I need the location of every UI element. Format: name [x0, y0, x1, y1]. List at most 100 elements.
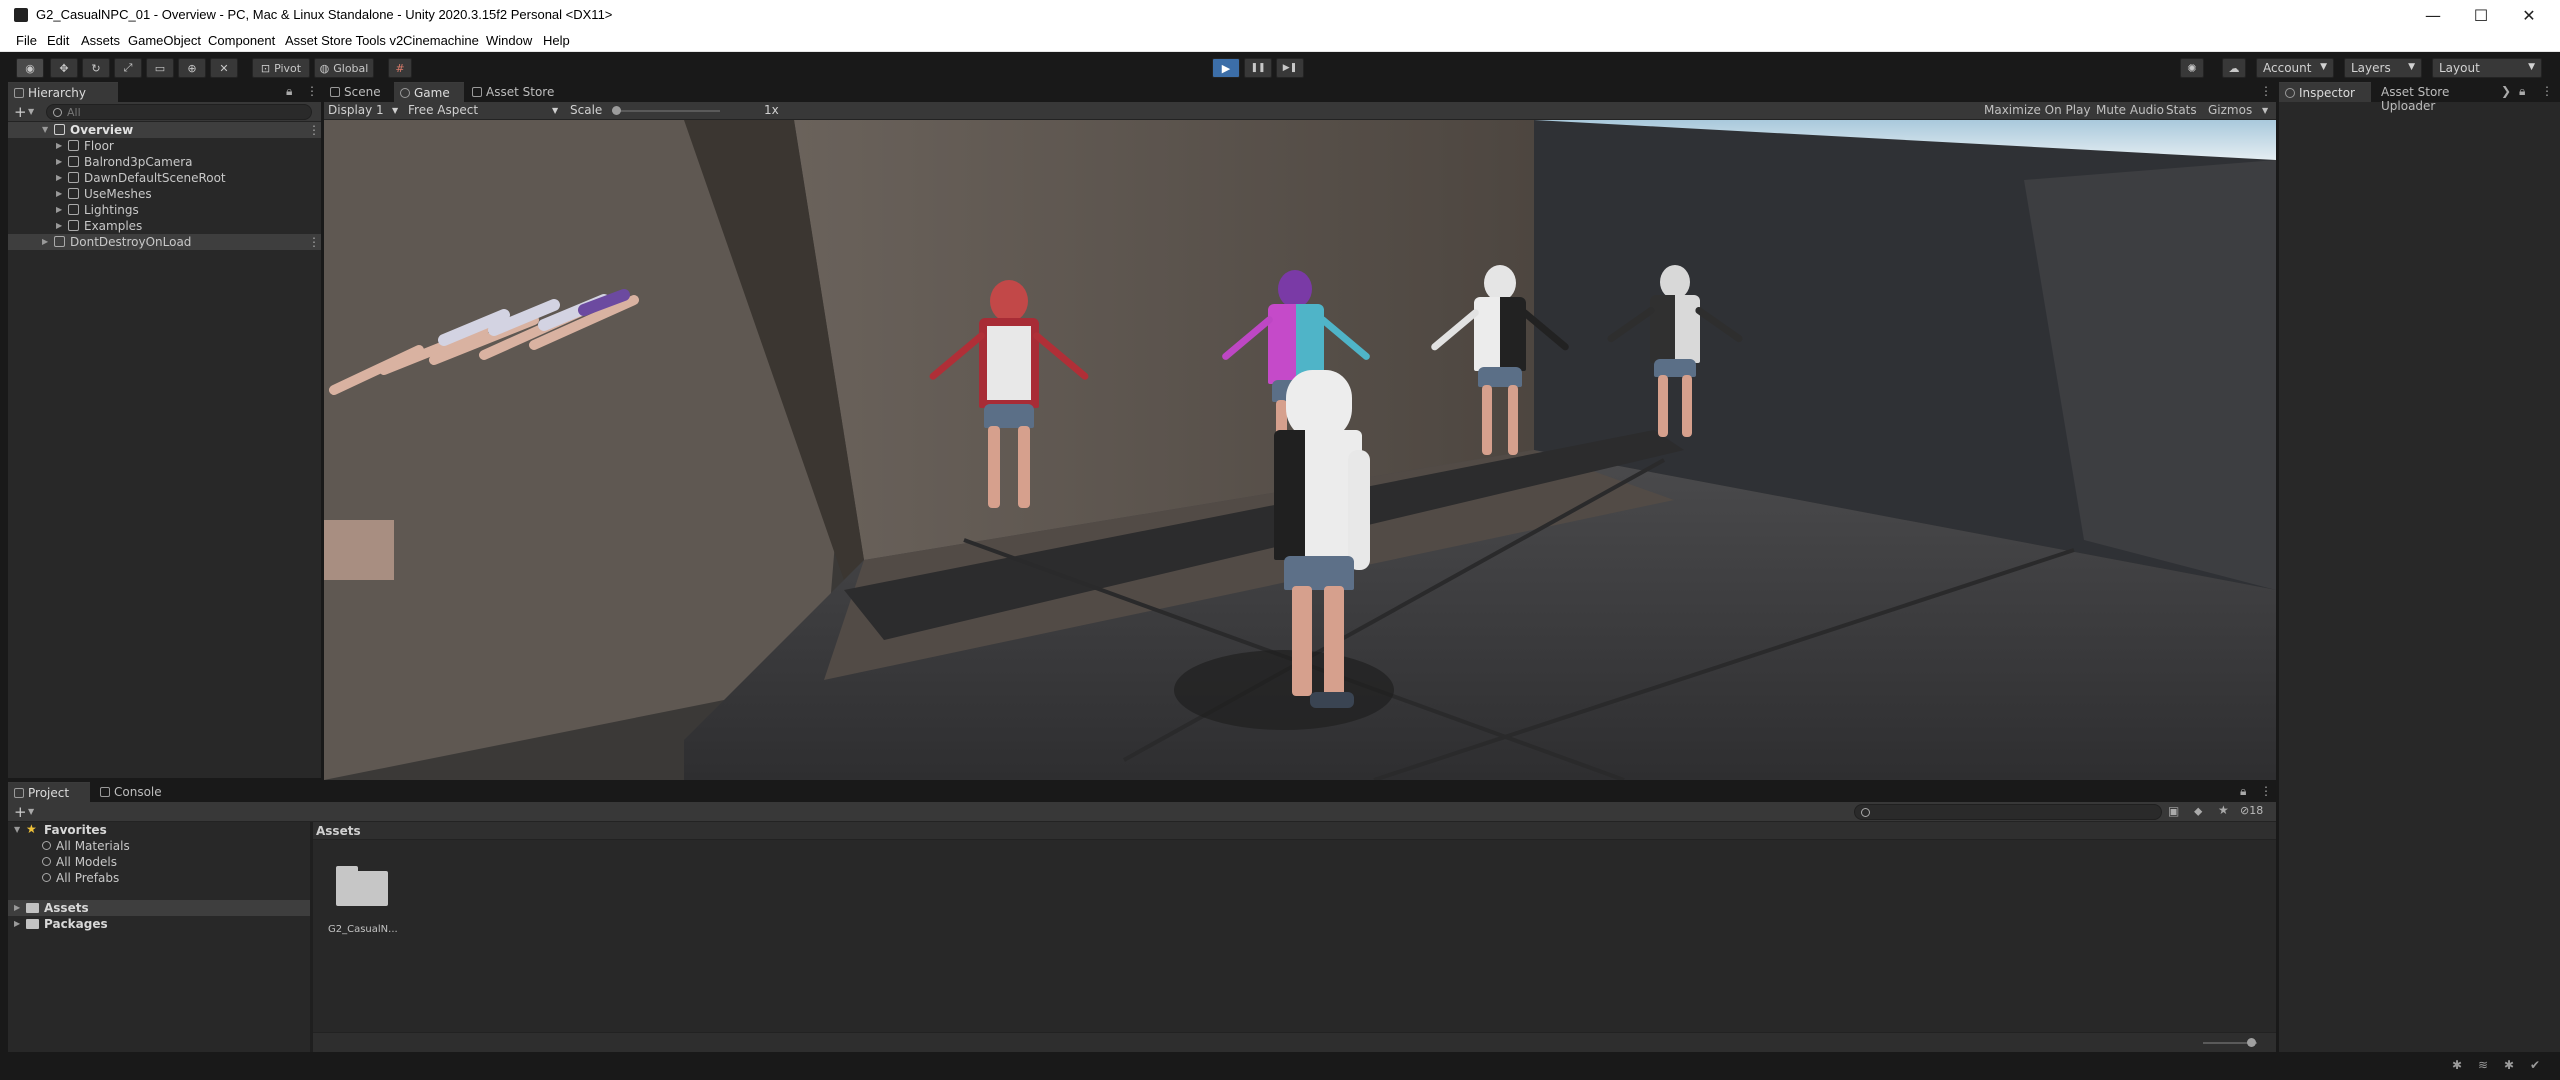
- tab-project[interactable]: Project: [8, 782, 90, 802]
- tab-hierarchy[interactable]: Hierarchy: [8, 82, 118, 102]
- icon-size-slider[interactable]: [2203, 1038, 2257, 1047]
- more-options-icon[interactable]: ⋮: [308, 123, 320, 137]
- search-placeholder: All: [67, 106, 81, 119]
- project-search-input[interactable]: [1854, 804, 2162, 820]
- grid-snap-button[interactable]: #: [388, 58, 412, 78]
- menu-cinemachine[interactable]: Cinemachine: [403, 33, 479, 48]
- favorite-all-models[interactable]: All Models: [8, 854, 310, 870]
- display-dropdown[interactable]: Display 1 ▼: [328, 103, 404, 119]
- pause-button[interactable]: ❚❚: [1244, 58, 1272, 78]
- search-icon: [53, 108, 62, 117]
- layers-stack-icon[interactable]: ≋: [2478, 1058, 2488, 1072]
- hierarchy-item-examples[interactable]: ▶ Examples: [8, 218, 321, 234]
- npc-character-dark: [1604, 265, 1754, 565]
- scale-slider-thumb[interactable]: [612, 106, 621, 115]
- mute-audio-toggle[interactable]: Mute Audio: [2096, 103, 2164, 117]
- inspector-splitter[interactable]: [2276, 82, 2279, 1052]
- maximize-on-play-toggle[interactable]: Maximize On Play: [1984, 103, 2091, 117]
- tab-asset-store-uploader[interactable]: Asset Store Uploader: [2373, 82, 2513, 113]
- hierarchy-item-floor[interactable]: ▶ Floor: [8, 138, 321, 154]
- hierarchy-item-usemeshes[interactable]: ▶ UseMeshes: [8, 186, 321, 202]
- layout-dropdown[interactable]: Layout ▼: [2432, 58, 2542, 78]
- account-dropdown[interactable]: Account ▼: [2256, 58, 2334, 78]
- lock-icon[interactable]: 🔒︎: [286, 84, 292, 99]
- rect-tool-button[interactable]: ▭: [146, 58, 174, 78]
- caret-down-icon: ▼: [2408, 62, 2415, 72]
- menu-assets[interactable]: Assets: [81, 33, 120, 48]
- create-asset-button[interactable]: +: [14, 803, 27, 821]
- close-button[interactable]: ✕: [2506, 0, 2552, 30]
- breadcrumb[interactable]: Assets: [316, 824, 361, 838]
- project-root-packages[interactable]: ▶ Packages: [8, 916, 310, 932]
- minimize-button[interactable]: —: [2410, 0, 2456, 30]
- hierarchy-item-scene-root[interactable]: ▶ DawnDefaultSceneRoot: [8, 170, 321, 186]
- menu-file[interactable]: File: [16, 33, 37, 48]
- filter-by-type-icon[interactable]: ▣: [2168, 804, 2179, 818]
- inspector-panel: [2279, 82, 2560, 1052]
- more-options-icon[interactable]: ⋮: [306, 84, 318, 98]
- tab-game[interactable]: Game: [394, 82, 464, 102]
- hierarchy-search-input[interactable]: All: [46, 104, 312, 120]
- global-toggle[interactable]: ◍ Global: [314, 58, 374, 78]
- view-tool-button[interactable]: ◉: [16, 58, 44, 78]
- tab-overflow-icon[interactable]: ❯: [2501, 84, 2511, 98]
- stats-toggle[interactable]: Stats: [2166, 103, 2197, 117]
- more-options-icon[interactable]: ⋮: [2260, 84, 2272, 98]
- cloud-button[interactable]: ☁: [2222, 58, 2246, 78]
- hierarchy-splitter[interactable]: [321, 82, 324, 778]
- progress-icon[interactable]: ✱: [2504, 1058, 2514, 1072]
- filter-by-label-icon[interactable]: ⬥: [2194, 804, 2202, 819]
- add-object-button[interactable]: +: [14, 103, 27, 121]
- asset-folder-item[interactable]: G2_CasualN...: [326, 860, 402, 940]
- more-options-icon[interactable]: ⋮: [2260, 784, 2272, 798]
- menu-edit[interactable]: Edit: [47, 33, 69, 48]
- scale-slider[interactable]: [612, 106, 720, 115]
- menu-component[interactable]: Component: [208, 33, 275, 48]
- check-circle-icon[interactable]: ✔: [2530, 1058, 2540, 1072]
- menu-window[interactable]: Window: [486, 33, 532, 48]
- folder-label: Packages: [44, 917, 108, 931]
- project-root-assets[interactable]: ▶ Assets: [8, 900, 310, 916]
- icon-size-slider-thumb[interactable]: [2247, 1038, 2256, 1047]
- lock-icon[interactable]: 🔒︎: [2240, 784, 2246, 799]
- tab-inspector[interactable]: Inspector: [2279, 82, 2371, 102]
- game-view-toolbar: Display 1 ▼ Free Aspect ▼ Scale 1x Maximiz…: [324, 102, 2276, 120]
- game-viewport[interactable]: [324, 120, 2276, 780]
- lock-icon[interactable]: 🔒︎: [2519, 84, 2525, 99]
- transform-tool-button[interactable]: ⊕: [178, 58, 206, 78]
- globe-icon: ◍: [319, 61, 330, 75]
- move-tool-button[interactable]: ✥: [50, 58, 78, 78]
- tab-asset-store[interactable]: Asset Store: [466, 82, 576, 102]
- favorite-star-icon[interactable]: ★: [2218, 803, 2229, 817]
- hidden-packages-toggle[interactable]: ⊘18: [2240, 804, 2263, 817]
- eye-icon: ◉: [25, 61, 35, 75]
- project-splitter[interactable]: [310, 822, 313, 1052]
- layers-dropdown[interactable]: Layers ▼: [2344, 58, 2422, 78]
- aspect-dropdown[interactable]: Free Aspect ▼: [408, 103, 564, 119]
- tab-console[interactable]: Console: [94, 782, 176, 802]
- bug-icon[interactable]: ✱: [2452, 1058, 2462, 1072]
- tab-scene[interactable]: Scene: [324, 82, 392, 102]
- hierarchy-dontdestroy-row[interactable]: ▶ DontDestroyOnLoad ⋮: [8, 234, 321, 250]
- menu-help[interactable]: Help: [543, 33, 570, 48]
- favorites-row[interactable]: ▼ ★ Favorites: [8, 822, 310, 838]
- gizmos-dropdown[interactable]: Gizmos ▼: [2208, 103, 2268, 117]
- favorite-all-prefabs[interactable]: All Prefabs: [8, 870, 310, 886]
- more-options-icon[interactable]: ⋮: [2541, 84, 2553, 98]
- custom-tool-button[interactable]: ✕: [210, 58, 238, 78]
- play-button[interactable]: ▶: [1212, 58, 1240, 78]
- hierarchy-scene-row[interactable]: ▼ Overview ⋮: [8, 122, 321, 138]
- hierarchy-item-lightings[interactable]: ▶ Lightings: [8, 202, 321, 218]
- favorite-all-materials[interactable]: All Materials: [8, 838, 310, 854]
- menu-gameobject[interactable]: GameObject: [128, 33, 201, 48]
- menu-asset-store-tools[interactable]: Asset Store Tools v2: [285, 33, 403, 48]
- collab-button[interactable]: ✺: [2180, 58, 2204, 78]
- pivot-toggle[interactable]: ⊡ Pivot: [252, 58, 310, 78]
- hierarchy-item-camera[interactable]: ▶ Balrond3pCamera: [8, 154, 321, 170]
- more-options-icon[interactable]: ⋮: [308, 235, 320, 249]
- maximize-button[interactable]: ☐: [2458, 0, 2504, 30]
- caret-down-icon: ▼: [2528, 62, 2535, 72]
- rotate-tool-button[interactable]: ↻: [82, 58, 110, 78]
- step-button[interactable]: ▶❚: [1276, 58, 1304, 78]
- scale-tool-button[interactable]: ⤢: [114, 58, 142, 78]
